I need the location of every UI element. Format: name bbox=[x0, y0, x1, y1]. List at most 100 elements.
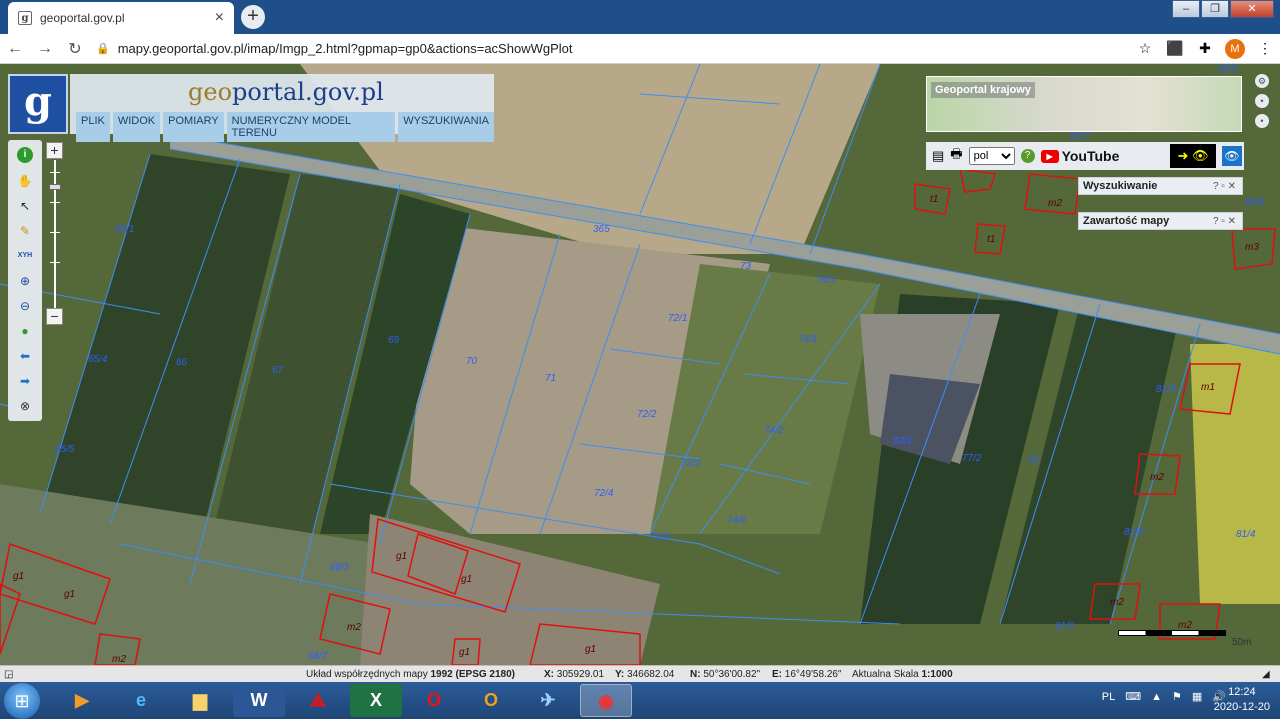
parcel-label[interactable]: 72/3 bbox=[681, 458, 700, 469]
outlook-icon[interactable]: O bbox=[465, 684, 517, 717]
parcel-label[interactable]: 81/7 bbox=[1070, 131, 1089, 142]
parcel-label[interactable]: 74/2 bbox=[764, 425, 783, 436]
menu-nmt[interactable]: NUMERYCZNY MODEL TERENU bbox=[226, 112, 396, 142]
help-icon[interactable]: ? bbox=[1020, 149, 1035, 163]
menu-widok[interactable]: WIDOK bbox=[112, 112, 161, 142]
extensions-puzzle-icon[interactable]: ✚ bbox=[1190, 40, 1220, 57]
building-label[interactable]: m1 bbox=[1201, 382, 1215, 393]
window-controls-icon[interactable]: ? ▫ ✕ bbox=[1213, 216, 1242, 227]
new-tab-button[interactable]: + bbox=[241, 5, 265, 29]
parcel-label[interactable]: 73 bbox=[740, 261, 751, 272]
window-wyszukiwanie[interactable]: Wyszukiwanie ? ▫ ✕ bbox=[1078, 177, 1243, 195]
building-label[interactable]: m2 bbox=[112, 654, 126, 665]
bookmark-star-icon[interactable]: ☆ bbox=[1130, 40, 1160, 57]
building-label[interactable]: m2 bbox=[347, 622, 361, 633]
show-hidden-icons[interactable]: ▲ bbox=[1151, 691, 1162, 703]
parcel-label[interactable]: 66 bbox=[176, 357, 187, 368]
building-label[interactable]: m2 bbox=[1110, 597, 1124, 608]
close-window-button[interactable]: ✕ bbox=[1230, 0, 1274, 18]
parcel-label[interactable]: 68/7 bbox=[308, 651, 327, 662]
acrobat-extension-icon[interactable]: ⬛ bbox=[1160, 40, 1190, 57]
parcel-label[interactable]: 71 bbox=[545, 373, 556, 384]
overview-map[interactable]: Geoportal krajowy bbox=[926, 76, 1242, 132]
xyh-icon[interactable]: XYH bbox=[17, 248, 33, 264]
start-button[interactable]: ⊞ bbox=[4, 683, 40, 719]
building-label[interactable]: g1 bbox=[459, 647, 470, 658]
reload-icon[interactable]: ↻ bbox=[60, 39, 90, 59]
building-label[interactable]: g1 bbox=[64, 589, 75, 600]
pencil-icon[interactable]: ✎ bbox=[17, 223, 33, 239]
parcel-label[interactable]: 77/2 bbox=[962, 453, 981, 464]
parcel-label[interactable]: 74/1 bbox=[798, 334, 817, 345]
parcel-label[interactable]: 70 bbox=[466, 356, 477, 367]
pointer-arrow-icon[interactable]: ↖ bbox=[17, 198, 33, 214]
zoom-out-icon[interactable]: ⊖ bbox=[17, 298, 33, 314]
zoom-track[interactable] bbox=[54, 160, 56, 308]
building-label[interactable]: t1 bbox=[987, 234, 995, 245]
building-label[interactable]: m3 bbox=[1245, 242, 1259, 253]
building-label[interactable]: g1 bbox=[13, 571, 24, 582]
parcel-label[interactable]: 92/5 bbox=[1218, 64, 1237, 75]
opera-icon[interactable]: O bbox=[408, 684, 460, 717]
building-label[interactable]: m2 bbox=[1048, 198, 1062, 209]
print-icon[interactable]: 🖶 bbox=[950, 145, 962, 167]
minimize-button[interactable]: – bbox=[1172, 0, 1200, 18]
parcel-label[interactable]: 81/6 bbox=[1055, 621, 1074, 632]
menu-plik[interactable]: PLIK bbox=[76, 112, 110, 142]
dot-icon[interactable]: • bbox=[1255, 94, 1269, 108]
parcel-label[interactable]: 72/4 bbox=[594, 488, 613, 499]
globe-icon[interactable]: ● bbox=[17, 323, 33, 339]
keyboard-icon[interactable]: ⌨ bbox=[1125, 690, 1141, 703]
parcel-label[interactable]: 72/2 bbox=[637, 409, 656, 420]
parcel-label[interactable]: 81/4 bbox=[1236, 529, 1255, 540]
back-arrow-icon[interactable]: ← bbox=[0, 40, 30, 58]
parcel-label[interactable]: 81/5 bbox=[1124, 527, 1143, 538]
clock[interactable]: 12:24 2020-12-20 bbox=[1214, 685, 1270, 715]
parcel-label[interactable]: 74/5 bbox=[816, 275, 835, 286]
parcel-label[interactable]: 69 bbox=[388, 335, 399, 346]
window-controls-icon[interactable]: ? ▫ ✕ bbox=[1213, 181, 1242, 192]
chrome-icon[interactable]: ◉ bbox=[580, 684, 632, 717]
parcel-label[interactable]: 92/3 bbox=[1245, 197, 1264, 208]
excel-icon[interactable]: X bbox=[350, 684, 402, 717]
accessibility-eye-icon[interactable]: ➜ 👁 bbox=[1170, 144, 1216, 168]
parcel-label[interactable]: 78 bbox=[1027, 455, 1038, 466]
parcel-label[interactable]: 92/1 bbox=[893, 436, 912, 447]
parcel-label[interactable]: 74/6 bbox=[727, 515, 746, 526]
language-select[interactable]: pol bbox=[968, 147, 1015, 165]
forward-arrow-icon[interactable]: → bbox=[30, 40, 60, 58]
parcel-label[interactable]: 72/1 bbox=[668, 313, 687, 324]
file-explorer-icon[interactable]: ▆ bbox=[174, 684, 226, 717]
pan-hand-icon[interactable]: ✋ bbox=[17, 173, 33, 189]
parcel-label[interactable]: 65/5 bbox=[55, 444, 74, 455]
url-field[interactable]: 🔒 mapy.geoportal.gov.pl/imap/Imgp_2.html… bbox=[96, 41, 1130, 56]
geoportal-logo[interactable]: g bbox=[8, 74, 68, 134]
zoom-in-icon[interactable]: ⊕ bbox=[17, 273, 33, 289]
parcel-label[interactable]: 65/1 bbox=[115, 224, 134, 235]
youtube-link[interactable]: ▶ YouTube bbox=[1040, 148, 1119, 164]
internet-explorer-icon[interactable]: e bbox=[115, 684, 167, 717]
dot-icon[interactable]: • bbox=[1255, 114, 1269, 128]
parcel-label[interactable]: 365 bbox=[593, 224, 610, 235]
building-label[interactable]: g1 bbox=[585, 644, 596, 655]
acrobat-icon[interactable]: ⟁ bbox=[292, 684, 344, 717]
zoom-plus-button[interactable]: + bbox=[46, 142, 63, 159]
maximize-button[interactable]: ❐ bbox=[1201, 0, 1229, 18]
zoom-minus-button[interactable]: − bbox=[46, 308, 63, 325]
profile-avatar[interactable]: M bbox=[1225, 38, 1245, 59]
clear-icon[interactable]: ⊗ bbox=[17, 398, 33, 414]
building-label[interactable]: g1 bbox=[396, 551, 407, 562]
building-label[interactable]: g1 bbox=[461, 574, 472, 585]
settings-icon[interactable]: ⚙ bbox=[1255, 74, 1269, 88]
media-player-icon[interactable]: ▶ bbox=[56, 684, 108, 717]
flag-icon[interactable]: ⚑ bbox=[1172, 690, 1182, 703]
parcel-label[interactable]: 68/1 bbox=[330, 562, 349, 573]
visibility-eye-icon[interactable]: 👁 bbox=[1222, 146, 1242, 166]
building-label[interactable]: t1 bbox=[930, 194, 938, 205]
menu-dots-icon[interactable]: ⋮ bbox=[1250, 40, 1280, 57]
next-view-icon[interactable]: ➡ bbox=[17, 373, 33, 389]
tab-close-icon[interactable]: × bbox=[215, 10, 224, 26]
network-app-icon[interactable]: ✈ bbox=[522, 684, 574, 717]
info-icon[interactable]: i bbox=[17, 147, 33, 163]
language-indicator[interactable]: PL bbox=[1102, 691, 1115, 703]
